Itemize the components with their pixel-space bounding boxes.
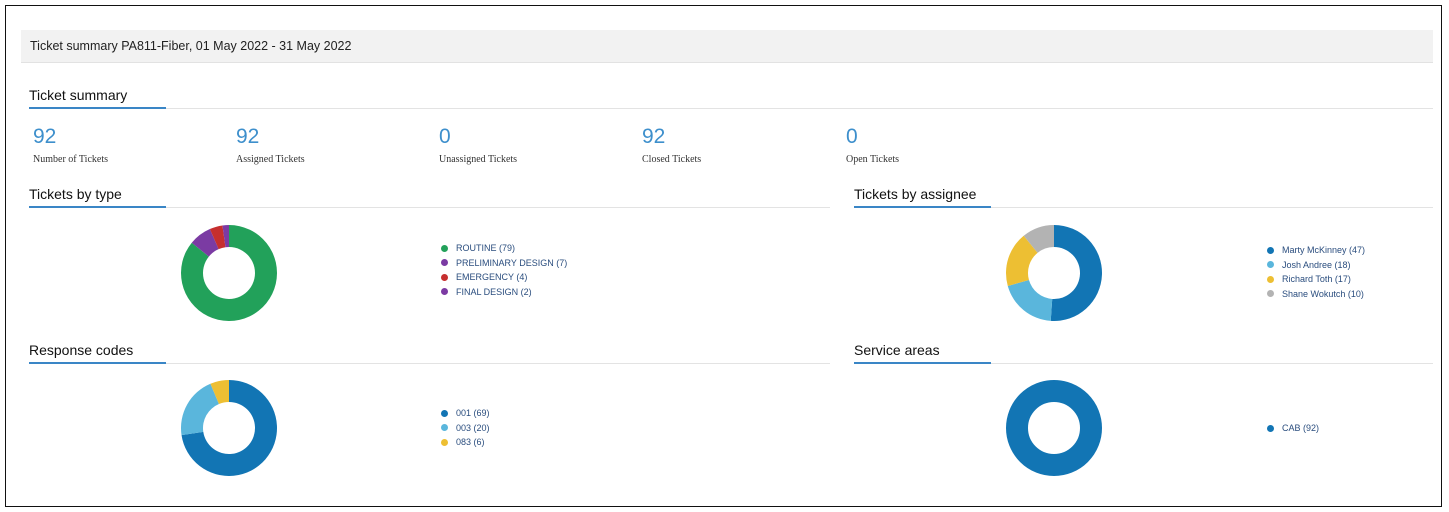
legend-label: PRELIMINARY DESIGN (7) <box>456 257 568 268</box>
tickets-by-type-underline <box>29 206 166 208</box>
service-areas-legend: CAB (92) <box>1267 421 1319 436</box>
legend-dot-icon <box>441 409 448 417</box>
stat-value: 92 <box>236 125 260 148</box>
stat-value: 0 <box>846 125 858 148</box>
stat-label: Unassigned Tickets <box>439 154 518 165</box>
legend-item[interactable]: FINAL DESIGN (2) <box>441 285 567 300</box>
legend-item[interactable]: 001 (69) <box>441 406 490 421</box>
legend-label: Richard Toth (17) <box>1282 274 1351 285</box>
legend-dot-icon <box>1267 424 1274 432</box>
legend-item[interactable]: EMERGENCY (4) <box>441 270 567 285</box>
tickets-by-assignee-underline <box>854 206 991 208</box>
service-areas-donut <box>1006 380 1102 476</box>
legend-item[interactable]: Richard Toth (17) <box>1267 272 1365 287</box>
legend-item[interactable]: 003 (20) <box>441 421 490 436</box>
stat-unassigned-tickets: 0 Unassigned Tickets <box>439 125 518 166</box>
stat-value: 92 <box>33 125 57 148</box>
legend-item[interactable]: 083 (6) <box>441 435 490 450</box>
donut-slice-josh-andree-18[interactable] <box>1007 280 1053 321</box>
ticket-summary-underline <box>29 107 166 109</box>
stat-value: 92 <box>642 125 666 148</box>
legend-item[interactable]: ROUTINE (79) <box>441 241 567 256</box>
legend-dot-icon <box>1267 261 1274 269</box>
stat-label: Assigned Tickets <box>236 154 305 165</box>
tickets-by-type-title: Tickets by type <box>29 186 122 202</box>
legend-label: Shane Wokutch (10) <box>1282 288 1364 299</box>
legend-label: EMERGENCY (4) <box>456 272 528 283</box>
legend-item[interactable]: Shane Wokutch (10) <box>1267 287 1365 302</box>
tickets-by-type-legend: ROUTINE (79) PRELIMINARY DESIGN (7) EMERGE… <box>441 241 567 299</box>
legend-dot-icon <box>1267 275 1274 283</box>
response-codes-legend: 001 (69) 003 (20) 083 (6) <box>441 406 490 450</box>
service-areas-underline <box>854 362 991 364</box>
legend-label: 003 (20) <box>456 422 490 433</box>
legend-item[interactable]: Josh Andree (18) <box>1267 258 1365 273</box>
ticket-summary-rule <box>29 108 1433 109</box>
legend-item[interactable]: CAB (92) <box>1267 421 1319 436</box>
legend-dot-icon <box>1267 290 1274 298</box>
response-codes-underline <box>29 362 166 364</box>
legend-label: 001 (69) <box>456 408 490 419</box>
legend-dot-icon <box>441 438 448 446</box>
stat-assigned-tickets: 92 Assigned Tickets <box>236 125 305 166</box>
tickets-by-assignee-donut <box>1006 225 1102 321</box>
stat-label: Closed Tickets <box>642 154 702 165</box>
legend-label: Josh Andree (18) <box>1282 259 1351 270</box>
legend-item[interactable]: PRELIMINARY DESIGN (7) <box>441 256 567 271</box>
tickets-by-assignee-title: Tickets by assignee <box>854 186 977 202</box>
legend-label: ROUTINE (79) <box>456 243 516 254</box>
legend-label: CAB (92) <box>1282 423 1320 434</box>
report-header: Ticket summary PA811-Fiber, 01 May 2022 … <box>21 30 1433 63</box>
legend-dot-icon <box>1267 246 1274 254</box>
stat-open-tickets: 0 Open Tickets <box>846 125 900 166</box>
stat-label: Open Tickets <box>846 154 900 165</box>
donut-slice-marty-mckinney-47[interactable] <box>1050 225 1102 321</box>
ticket-summary-title: Ticket summary <box>29 87 128 103</box>
legend-dot-icon <box>441 288 448 296</box>
legend-label: Marty McKinney (47) <box>1282 245 1366 256</box>
tickets-by-assignee-legend: Marty McKinney (47) Josh Andree (18) Richa… <box>1267 243 1365 301</box>
stat-number-of-tickets: 92 Number of Tickets <box>33 125 108 166</box>
legend-label: 083 (6) <box>456 437 485 448</box>
legend-label: FINAL DESIGN (2) <box>456 286 532 297</box>
stat-closed-tickets: 92 Closed Tickets <box>642 125 702 166</box>
stat-label: Number of Tickets <box>33 154 108 165</box>
stat-value: 0 <box>439 125 451 148</box>
donut-slice-003-20[interactable] <box>181 383 219 436</box>
legend-dot-icon <box>441 273 448 281</box>
legend-dot-icon <box>441 244 448 252</box>
legend-item[interactable]: Marty McKinney (47) <box>1267 243 1365 258</box>
legend-dot-icon <box>441 424 448 432</box>
donut-slice-cab-92[interactable] <box>1006 380 1102 476</box>
legend-dot-icon <box>441 259 448 267</box>
response-codes-donut <box>181 380 277 476</box>
tickets-by-type-donut <box>181 225 277 321</box>
response-codes-title: Response codes <box>29 342 134 358</box>
service-areas-title: Service areas <box>854 342 940 358</box>
